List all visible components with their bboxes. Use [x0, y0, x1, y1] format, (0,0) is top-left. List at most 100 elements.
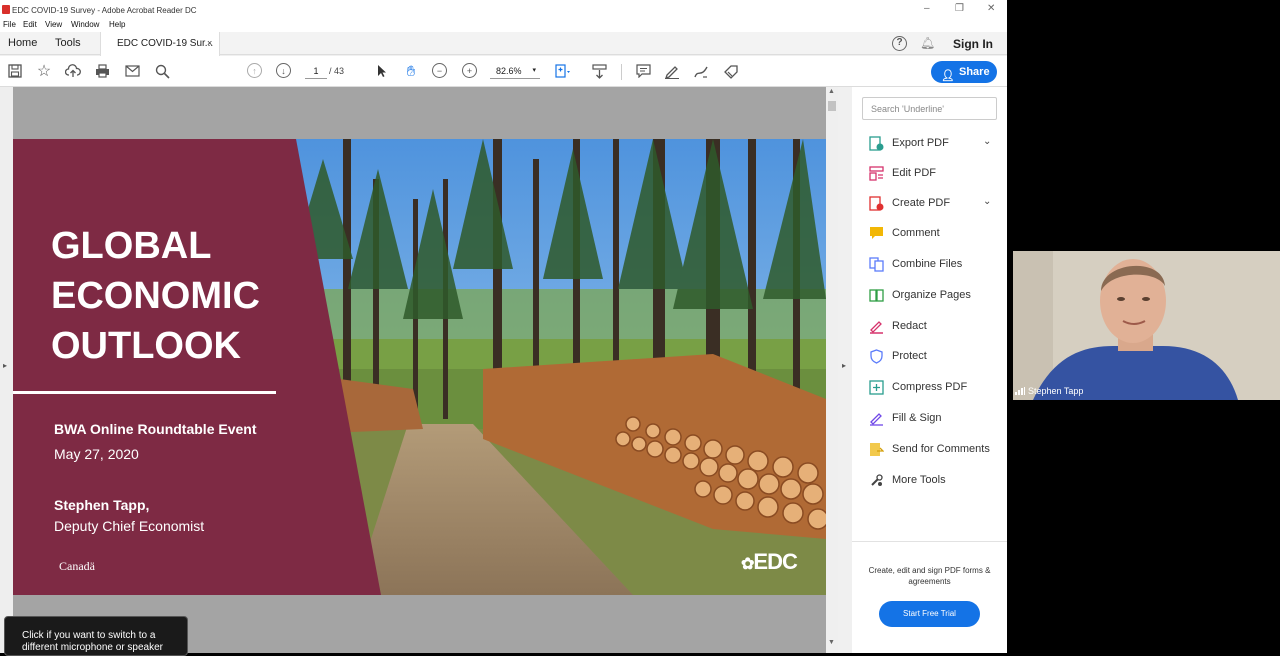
tools-pane-toggle[interactable]: ▸ — [838, 87, 852, 653]
document-view[interactable]: ▸ GLOBAL ECONOMIC OUTLOOK BWA Online Rou… — [0, 87, 838, 653]
close-tab-icon[interactable]: × — [207, 38, 212, 48]
chevron-down-icon[interactable]: ⌄ — [983, 136, 991, 147]
page-number-input[interactable]: 1 — [305, 63, 327, 79]
participant-name: Stephen Tapp — [1028, 386, 1084, 396]
tools-search-input[interactable] — [862, 97, 997, 120]
bookmark-star-icon[interactable]: ☆ — [35, 62, 53, 80]
email-icon[interactable] — [123, 62, 141, 80]
organize-pages-icon — [869, 289, 884, 302]
participant-video[interactable] — [1013, 251, 1280, 400]
share-button-label: Share — [959, 66, 990, 78]
tool-label: Compress PDF — [892, 381, 968, 393]
promo-text: Create, edit and sign PDF forms & agreem… — [868, 566, 991, 586]
tool-send-for-comments[interactable]: Send for Comments — [866, 439, 1002, 461]
highlight-pen-icon[interactable] — [663, 62, 681, 80]
send-for-comments-icon — [870, 443, 884, 456]
tab-document[interactable]: EDC COVID-19 Sur... × — [100, 32, 220, 56]
scroll-up-icon[interactable]: ▲ — [828, 88, 835, 95]
create-pdf-icon — [869, 196, 884, 211]
zoom-select[interactable]: 82.6% ▾ — [490, 63, 540, 79]
menu-bar: File Edit View Window Help — [0, 20, 1007, 32]
previous-page-icon[interactable]: ↑ — [247, 63, 262, 78]
participant-video-frame — [1013, 251, 1280, 400]
tools-pane-divider — [852, 541, 1007, 542]
next-page-icon[interactable]: ↓ — [276, 63, 291, 78]
tool-export-pdf[interactable]: Export PDF ⌄ — [866, 133, 1002, 155]
fit-page-icon[interactable] — [554, 62, 572, 80]
menu-file[interactable]: File — [3, 20, 16, 29]
signal-bars-icon — [1015, 387, 1025, 395]
tab-home[interactable]: Home — [8, 37, 37, 49]
menu-edit[interactable]: Edit — [23, 20, 37, 29]
shield-icon — [870, 349, 883, 364]
maple-leaf-icon: ✿ — [741, 556, 754, 573]
search-icon[interactable] — [153, 62, 171, 80]
scroll-down-icon[interactable]: ▼ — [828, 639, 835, 646]
vertical-scrollbar[interactable]: ▲ ▼ — [826, 87, 838, 653]
tool-label: Organize Pages — [892, 289, 971, 301]
add-person-icon: 👤︎ — [941, 70, 955, 82]
tool-edit-pdf[interactable]: Edit PDF — [866, 163, 1002, 185]
tool-label: Edit PDF — [892, 167, 937, 179]
left-panel-toggle[interactable]: ▸ — [0, 87, 13, 653]
chevron-right-icon: ▸ — [842, 361, 847, 370]
title-bar: EDC COVID-19 Survey - Adobe Acrobat Read… — [0, 0, 1007, 20]
tool-create-pdf[interactable]: Create PDF ⌄ — [866, 193, 1002, 215]
tool-protect[interactable]: Protect — [866, 346, 1002, 368]
tool-compress-pdf[interactable]: Compress PDF — [866, 377, 1002, 399]
tool-label: Send for Comments — [892, 443, 990, 455]
tool-fill-sign[interactable]: Fill & Sign — [866, 408, 1002, 430]
slide-title: GLOBAL ECONOMIC OUTLOOK — [51, 225, 260, 367]
tool-label: Fill & Sign — [892, 412, 942, 424]
tool-label: Combine Files — [892, 258, 963, 270]
start-free-trial-button[interactable]: Start Free Trial — [879, 601, 980, 627]
hand-tool-icon[interactable]: ✋︎ — [402, 62, 420, 80]
tool-label: Redact — [892, 320, 927, 332]
draw-freeform-icon[interactable] — [692, 62, 710, 80]
scrolling-mode-icon[interactable] — [590, 62, 608, 80]
zoom-out-icon[interactable]: − — [432, 63, 447, 78]
tool-combine-files[interactable]: Combine Files — [866, 254, 1002, 276]
share-button[interactable]: 👤︎ Share — [931, 61, 997, 83]
acrobat-window: EDC COVID-19 Survey - Adobe Acrobat Read… — [0, 0, 1007, 653]
sign-in-button[interactable]: Sign In — [953, 37, 993, 51]
minimize-icon[interactable]: – — [924, 3, 930, 14]
help-icon[interactable]: ? — [892, 36, 907, 51]
select-cursor-icon[interactable] — [373, 62, 391, 80]
tool-redact[interactable]: Redact — [866, 316, 1002, 338]
menu-help[interactable]: Help — [109, 20, 125, 29]
more-tools-icon — [871, 474, 883, 486]
scrollbar-thumb[interactable] — [828, 101, 836, 111]
restore-icon[interactable]: ❐ — [955, 3, 964, 14]
tool-organize-pages[interactable]: Organize Pages — [866, 285, 1002, 307]
toolbar: ☆ ↑ ↓ 1 / 43 ✋︎ − + 82.6% ▾ 👤︎ Share — [0, 56, 1007, 87]
close-window-icon[interactable]: ✕ — [987, 3, 995, 14]
upload-cloud-icon[interactable] — [64, 62, 82, 80]
fill-sign-pen-icon[interactable] — [722, 62, 740, 80]
tab-tools[interactable]: Tools — [55, 37, 81, 49]
tool-comment[interactable]: Comment — [866, 223, 1002, 245]
redact-icon — [870, 321, 883, 334]
title-divider — [13, 391, 276, 394]
tool-label: Protect — [892, 350, 927, 362]
save-icon[interactable] — [6, 62, 24, 80]
zoom-value: 82.6% — [496, 66, 522, 76]
slide-role: Deputy Chief Economist — [54, 518, 205, 534]
slide-presenter: Stephen Tapp, — [54, 497, 150, 513]
edit-pdf-icon — [869, 166, 884, 181]
bell-icon[interactable]: 🔔︎ — [920, 36, 935, 50]
audio-device-tooltip: Click if you want to switch to a differe… — [4, 616, 188, 656]
chevron-down-icon[interactable]: ⌄ — [983, 196, 991, 207]
tool-label: More Tools — [892, 474, 946, 486]
comment-icon[interactable] — [634, 62, 652, 80]
zoom-in-icon[interactable]: + — [462, 63, 477, 78]
print-icon[interactable] — [93, 62, 111, 80]
menu-view[interactable]: View — [45, 20, 62, 29]
tool-more-tools[interactable]: More Tools — [866, 470, 1002, 492]
pdf-page: GLOBAL ECONOMIC OUTLOOK BWA Online Round… — [13, 139, 826, 595]
menu-window[interactable]: Window — [71, 20, 99, 29]
tool-label: Comment — [892, 227, 940, 239]
chevron-right-icon: ▸ — [3, 361, 8, 370]
page-total: / 43 — [329, 66, 345, 76]
edc-logo: ✿EDC — [741, 549, 798, 575]
